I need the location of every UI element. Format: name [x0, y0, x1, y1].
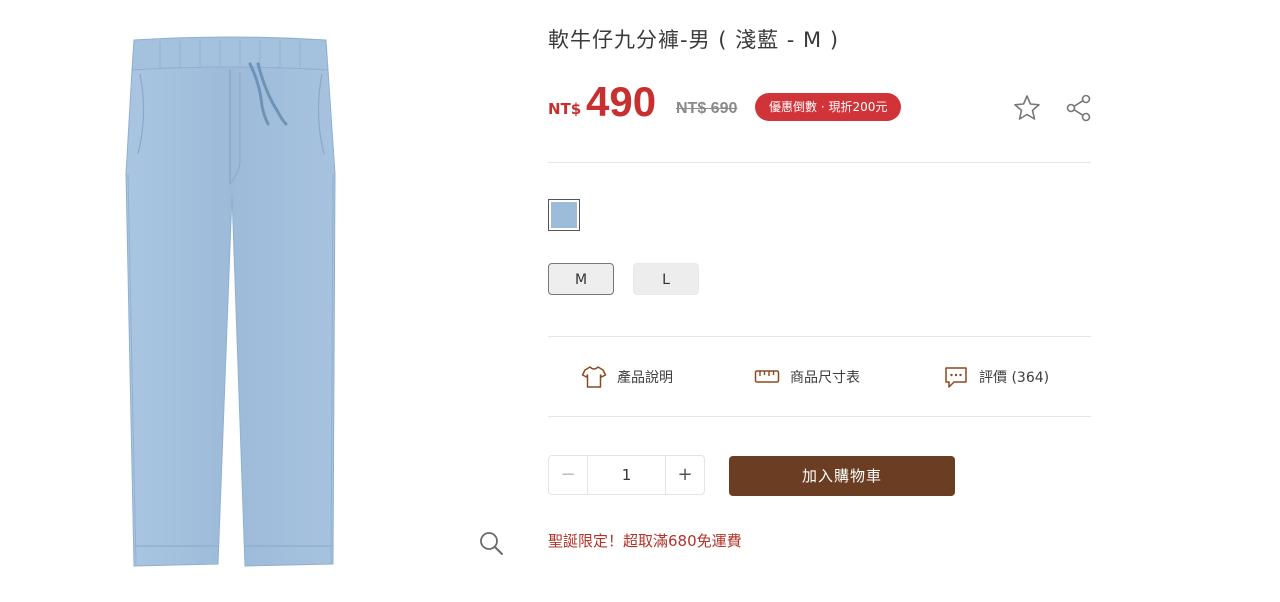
divider [548, 162, 1091, 163]
original-price: NT$ 690 [676, 100, 738, 117]
tab-size-chart[interactable]: 商品尺寸表 [754, 362, 860, 392]
quantity-decrease-button[interactable]: − [549, 456, 587, 494]
tab-product-description[interactable]: 產品說明 [581, 362, 673, 392]
promo-badge: 優惠倒數 · 現折200元 [755, 93, 902, 121]
tab-label: 商品尺寸表 [790, 370, 860, 386]
quantity-input[interactable]: 1 [587, 456, 666, 494]
size-option-m[interactable]: M [548, 263, 614, 295]
favorite-button[interactable] [1012, 93, 1042, 123]
quantity-stepper: − 1 + [548, 455, 705, 495]
color-swatch-light-blue[interactable] [548, 199, 580, 231]
tshirt-icon [581, 366, 607, 388]
divider [548, 336, 1091, 337]
star-icon [1014, 95, 1040, 120]
sale-price: 490 [586, 78, 657, 125]
tab-label: 產品說明 [617, 370, 673, 386]
ruler-icon [754, 370, 780, 383]
product-image [100, 24, 460, 584]
share-icon [1066, 94, 1091, 122]
tab-label: 評價 (364) [979, 370, 1050, 386]
zoom-button[interactable] [478, 530, 506, 558]
product-title: 軟牛仔九分褲-男 ( 淺藍 - M ) [548, 28, 840, 52]
share-button[interactable] [1065, 93, 1093, 123]
chat-icon [945, 367, 967, 388]
price-currency: NT$ [548, 100, 582, 118]
tab-reviews[interactable]: 評價 (364) [943, 362, 1049, 392]
size-option-l[interactable]: L [633, 263, 699, 295]
promo-notice: 聖誕限定！超取滿680免運費 [548, 532, 742, 550]
magnifier-icon [480, 532, 503, 555]
divider [548, 416, 1091, 417]
swatch-color [551, 202, 577, 228]
price-row: NT$ 490 NT$ 690 優惠倒數 · 現折200元 [548, 78, 1093, 128]
quantity-increase-button[interactable]: + [666, 456, 704, 494]
add-to-cart-button[interactable]: 加入購物車 [729, 456, 955, 496]
